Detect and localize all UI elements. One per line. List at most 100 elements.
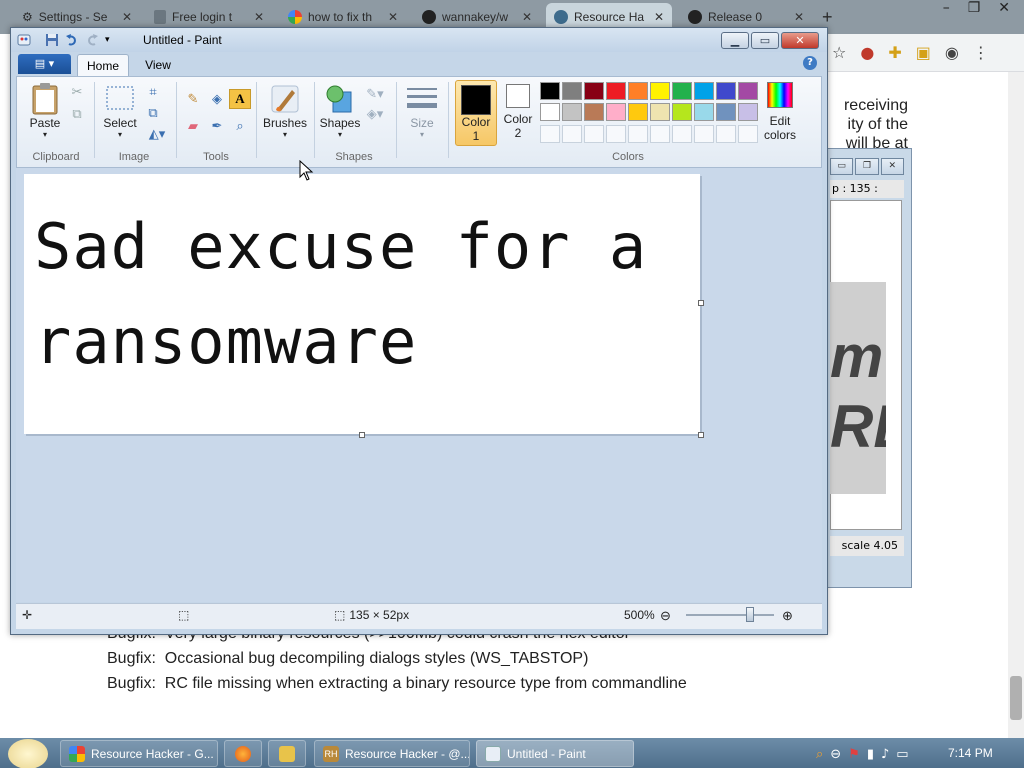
palette-swatch[interactable]: [606, 82, 626, 100]
start-button[interactable]: [8, 739, 48, 768]
palette-custom-swatch[interactable]: [650, 125, 670, 143]
palette-custom-swatch[interactable]: [694, 125, 714, 143]
fill-bucket-icon[interactable]: ◈: [206, 89, 228, 109]
copy-icon[interactable]: ⧉: [66, 104, 88, 124]
palette-swatch[interactable]: [606, 103, 626, 121]
taskbar-item-resource-hacker[interactable]: RH Resource Hacker - @...: [314, 740, 470, 767]
color2-button[interactable]: Color 2: [500, 84, 536, 140]
zoom-in-button[interactable]: ⊕: [782, 608, 793, 624]
palette-custom-swatch[interactable]: [672, 125, 692, 143]
palette-swatch[interactable]: [540, 103, 560, 121]
maximize-icon[interactable]: ❐: [968, 0, 981, 20]
zoom-out-button[interactable]: ⊖: [660, 608, 671, 624]
minimize-button[interactable]: ▁: [721, 32, 749, 49]
palette-custom-swatch[interactable]: [716, 125, 736, 143]
search-icon[interactable]: ⌕: [816, 747, 823, 762]
outline-icon[interactable]: ✎▾: [362, 84, 388, 104]
palette-swatch[interactable]: [672, 82, 692, 100]
palette-swatch[interactable]: [694, 82, 714, 100]
customize-quick-access-icon[interactable]: ▾: [105, 35, 110, 45]
palette-swatch[interactable]: [738, 103, 758, 121]
tab-home[interactable]: Home: [77, 54, 129, 76]
maximize-button[interactable]: ❐: [855, 158, 879, 175]
minimize-icon[interactable]: –: [943, 0, 950, 20]
palette-swatch[interactable]: [562, 82, 582, 100]
taskbar-item-paint[interactable]: Untitled - Paint: [476, 740, 634, 767]
resize-icon[interactable]: ⧉: [142, 103, 164, 123]
close-icon[interactable]: ✕: [122, 10, 132, 24]
palette-swatch[interactable]: [716, 103, 736, 121]
redo-icon[interactable]: [85, 33, 99, 47]
close-button[interactable]: ✕: [781, 32, 819, 49]
brushes-button[interactable]: Brushes ▾: [262, 82, 308, 139]
pencil-icon[interactable]: ✎: [182, 89, 204, 109]
palette-swatch[interactable]: [672, 103, 692, 121]
palette-swatch[interactable]: [628, 103, 648, 121]
menu-icon[interactable]: ⋮: [973, 43, 989, 62]
close-icon[interactable]: ✕: [388, 10, 398, 24]
canvas-resize-handle-right[interactable]: [698, 300, 704, 306]
color-picker-icon[interactable]: ✒: [206, 116, 228, 136]
palette-swatch[interactable]: [650, 103, 670, 121]
puzzle-extension-icon[interactable]: ✚: [888, 43, 901, 62]
palette-swatch[interactable]: [650, 82, 670, 100]
scrollbar-thumb[interactable]: [1010, 676, 1022, 720]
undo-icon[interactable]: [65, 33, 79, 47]
text-tool-icon[interactable]: A: [229, 89, 251, 109]
canvas-resize-handle-corner[interactable]: [698, 432, 704, 438]
crop-icon[interactable]: ⌗: [142, 82, 164, 102]
close-icon[interactable]: ✕: [654, 10, 664, 24]
rotate-icon[interactable]: ◭▾: [142, 124, 172, 144]
palette-custom-swatch[interactable]: [628, 125, 648, 143]
taskbar-item-firefox[interactable]: [224, 740, 262, 767]
palette-swatch[interactable]: [540, 82, 560, 100]
tab-view[interactable]: View: [136, 54, 180, 76]
palette-custom-swatch[interactable]: [584, 125, 604, 143]
palette-swatch[interactable]: [562, 103, 582, 121]
fill-icon[interactable]: ◈▾: [362, 104, 388, 124]
close-icon[interactable]: ✕: [998, 0, 1010, 20]
maximize-button[interactable]: ▭: [751, 32, 779, 49]
minimize-button[interactable]: ▭: [830, 158, 854, 175]
shapes-button[interactable]: Shapes ▾: [318, 82, 362, 139]
palette-swatch[interactable]: [584, 82, 604, 100]
profile-icon[interactable]: ◉: [945, 43, 959, 62]
help-icon[interactable]: ?: [803, 56, 817, 70]
close-icon[interactable]: ✕: [522, 10, 532, 24]
palette-custom-swatch[interactable]: [738, 125, 758, 143]
network-status-icon[interactable]: ⊖: [830, 747, 841, 762]
close-button[interactable]: ✕: [880, 158, 904, 175]
file-menu-button[interactable]: ▤ ▾: [18, 54, 71, 74]
taskbar-clock[interactable]: 7:14 PM: [948, 746, 993, 760]
zoom-slider[interactable]: [686, 614, 774, 616]
monitor-icon[interactable]: ▭: [896, 747, 908, 762]
edit-colors-button[interactable]: Edit colors: [762, 82, 798, 142]
action-center-icon[interactable]: ⚑: [848, 747, 860, 762]
save-icon[interactable]: [45, 33, 59, 47]
page-scrollbar[interactable]: [1008, 72, 1024, 738]
palette-swatch[interactable]: [738, 82, 758, 100]
palette-swatch[interactable]: [584, 103, 604, 121]
magnifier-icon[interactable]: ⌕: [229, 116, 251, 136]
eraser-icon[interactable]: ▰: [182, 116, 204, 136]
color1-button[interactable]: Color 1: [455, 80, 497, 146]
select-button[interactable]: Select ▾: [102, 82, 138, 139]
zoom-slider-thumb[interactable]: [746, 607, 754, 622]
taskbar-item-chrome[interactable]: Resource Hacker - G...: [60, 740, 218, 767]
bookmark-star-icon[interactable]: ☆: [832, 43, 846, 62]
palette-swatch[interactable]: [628, 82, 648, 100]
canvas-resize-handle-bottom[interactable]: [359, 432, 365, 438]
palette-custom-swatch[interactable]: [540, 125, 560, 143]
palette-custom-swatch[interactable]: [562, 125, 582, 143]
close-icon[interactable]: ✕: [254, 10, 264, 24]
cut-icon[interactable]: ✂: [66, 82, 88, 102]
palette-custom-swatch[interactable]: [606, 125, 626, 143]
palette-swatch[interactable]: [694, 103, 714, 121]
size-button[interactable]: Size ▾: [402, 82, 442, 139]
volume-icon[interactable]: ♪: [881, 747, 889, 762]
close-icon[interactable]: ✕: [794, 10, 804, 24]
taskbar-item-explorer[interactable]: [268, 740, 306, 767]
battery-icon[interactable]: ▮: [867, 747, 874, 762]
extension-icon[interactable]: ▣: [916, 43, 931, 62]
palette-swatch[interactable]: [716, 82, 736, 100]
